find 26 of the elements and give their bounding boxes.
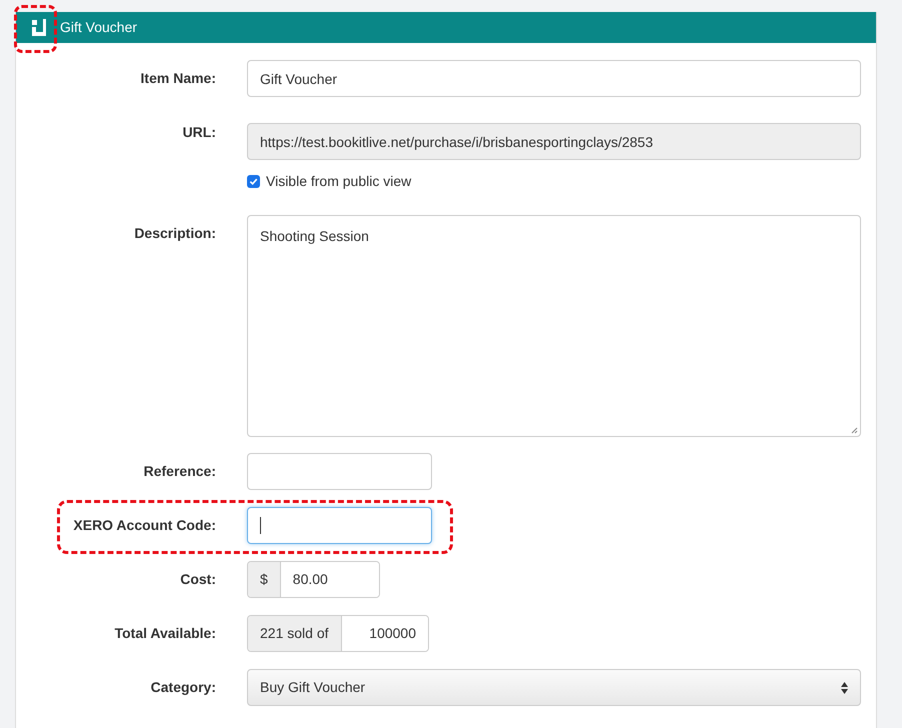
field-label: Reference:: [144, 462, 216, 481]
logo-icon: [29, 18, 49, 38]
panel-title: Gift Voucher: [60, 18, 138, 37]
input-group[interactable]: $ 80.00: [247, 561, 380, 598]
field-label: Category:: [150, 678, 216, 697]
description-field[interactable]: Shooting Session: [247, 215, 861, 437]
input-value: 100000: [342, 616, 428, 651]
input-addon: 221 sold of: [248, 616, 342, 651]
checkbox-label: Visible from public view: [266, 172, 412, 191]
field-label: Cost:: [180, 570, 216, 589]
field-label: Item Name:: [140, 69, 216, 88]
url-field[interactable]: https://test.bookitlive.net/purchase/i/brisbanesportingclays/2853: [247, 123, 861, 160]
checkbox[interactable]: [247, 174, 260, 188]
select-arrows-icon: [841, 682, 848, 694]
text-field[interactable]: [247, 453, 432, 490]
category-select[interactable]: Buy Gift Voucher: [247, 669, 861, 706]
input-group[interactable]: 221 sold of 100000: [247, 615, 429, 652]
field-label: Description:: [134, 224, 216, 243]
field-label: Total Available:: [114, 624, 216, 643]
field-label: URL:: [182, 123, 216, 142]
resize-handle-icon[interactable]: [851, 427, 858, 434]
text-field[interactable]: Gift Voucher: [247, 60, 861, 97]
field-label: XERO Account Code:: [73, 516, 216, 535]
input-addon: $: [248, 562, 281, 597]
text-cursor: [260, 517, 261, 534]
text-field[interactable]: [247, 507, 432, 544]
